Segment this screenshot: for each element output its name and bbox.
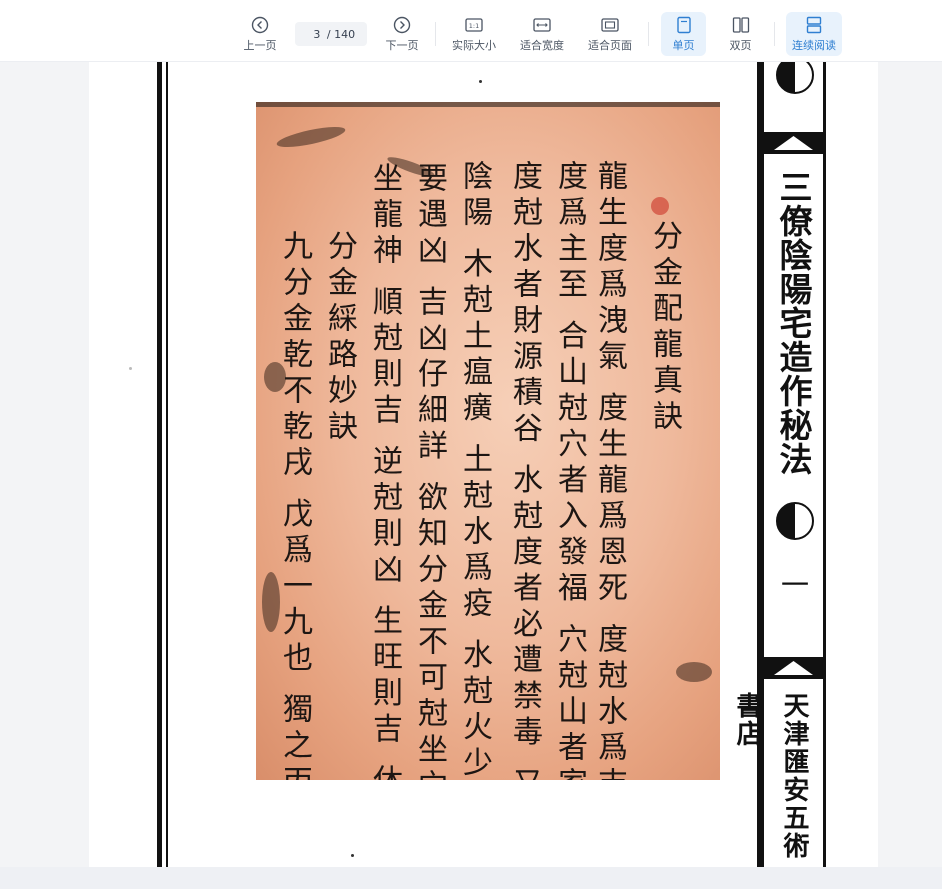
viewer-footer: [0, 867, 942, 889]
continuous-reading-label: 连续阅读: [792, 39, 836, 52]
manuscript-column: 陰陽 木尅土瘟癀 土尅水爲疫 水尅火少亡 金: [457, 160, 492, 780]
double-page-button[interactable]: 双页: [718, 12, 763, 56]
fit-width-icon: [531, 14, 553, 36]
document-viewport[interactable]: 分金配龍真訣 龍生度爲洩氣 度生龍爲恩死 度尅水爲吉氣 度爲主至 合山尅穴者入發…: [0, 62, 942, 867]
continuous-reading-icon: [803, 14, 825, 36]
continuous-reading-button[interactable]: 连续阅读: [786, 12, 842, 56]
manuscript-text-columns: 分金配龍真訣 龍生度爲洩氣 度生龍爲恩死 度尅水爲吉氣 度爲主至 合山尅穴者入發…: [256, 102, 720, 780]
actual-size-label: 实际大小: [452, 39, 496, 52]
double-page-icon: [730, 14, 752, 36]
actual-size-button[interactable]: 1:1 实际大小: [448, 12, 500, 56]
scan-speck: [351, 854, 354, 857]
fit-width-label: 适合宽度: [520, 39, 564, 52]
prev-page-button[interactable]: 上一页: [238, 12, 282, 56]
actual-size-icon: 1:1: [463, 14, 485, 36]
spine-fishtail-band: [764, 657, 823, 679]
scan-speck: [479, 80, 482, 83]
page-number-field[interactable]: 3 / 140: [295, 22, 367, 46]
next-page-button[interactable]: 下一页: [380, 12, 424, 56]
toolbar-divider: [435, 22, 436, 46]
manuscript-scan-image: 分金配龍真訣 龍生度爲洩氣 度生龍爲恩死 度尅水爲吉氣 度爲主至 合山尅穴者入發…: [256, 102, 720, 780]
total-pages: / 140: [326, 27, 356, 41]
toolbar-divider: [774, 22, 775, 46]
book-spine-margin: 三僚陰陽宅造作秘法 一 天津匯安五術書店: [732, 62, 826, 867]
fit-width-button[interactable]: 适合宽度: [516, 12, 568, 56]
single-page-icon: [673, 14, 695, 36]
viewer-toolbar: 上一页 3 / 140 下一页 1:1 实际大小 适合宽度 适合页面 单页 双页…: [0, 0, 942, 62]
fit-page-label: 适合页面: [588, 39, 632, 52]
manuscript-column: 要遇凶 吉凶仔細詳 欲知分金不可尅坐穴: [412, 162, 447, 780]
current-page-input[interactable]: 3: [307, 28, 327, 41]
yin-yang-icon: [776, 62, 814, 94]
single-page-label: 单页: [672, 39, 695, 52]
page-border-rule: [157, 62, 162, 867]
manuscript-column: 分金配龍真訣: [647, 220, 682, 436]
spine-folio-number: 一: [777, 570, 810, 598]
manuscript-column: 度尅水者財源積谷 水尅度者必遭禁毒 又合金: [507, 160, 542, 780]
prev-page-label: 上一页: [243, 39, 277, 52]
scan-speck: [129, 367, 132, 370]
manuscript-column: 分金綵路妙訣: [322, 230, 357, 446]
manuscript-column: 龍生度爲洩氣 度生龍爲恩死 度尅水爲吉氣: [592, 160, 627, 780]
manuscript-column: 坐龍神 順尅則吉 逆尅則凶 生旺則吉 休囚: [367, 162, 402, 780]
fit-page-icon: [599, 14, 621, 36]
spine-book-title: 三僚陰陽宅造作秘法: [774, 170, 813, 476]
manuscript-column: 度爲主至 合山尅穴者入發福 穴尅山者家: [552, 160, 587, 780]
spine-publisher: 天津匯安五術書店: [732, 692, 809, 860]
single-page-button[interactable]: 单页: [661, 12, 706, 56]
svg-text:1:1: 1:1: [469, 22, 479, 30]
page-border-rule: [166, 62, 168, 867]
document-page: 分金配龍真訣 龍生度爲洩氣 度生龍爲恩死 度尅水爲吉氣 度爲主至 合山尅穴者入發…: [89, 62, 878, 867]
yin-yang-icon: [776, 502, 814, 540]
fit-page-button[interactable]: 适合页面: [584, 12, 636, 56]
chevron-left-circle-icon: [249, 14, 271, 36]
chevron-right-circle-icon: [391, 14, 413, 36]
double-page-label: 双页: [729, 39, 752, 52]
manuscript-column: 九分金乾不乾戌 戊爲一九也 獨之丙度: [277, 230, 312, 780]
next-page-label: 下一页: [385, 39, 419, 52]
toolbar-divider: [648, 22, 649, 46]
spine-fishtail-band: [764, 132, 823, 154]
